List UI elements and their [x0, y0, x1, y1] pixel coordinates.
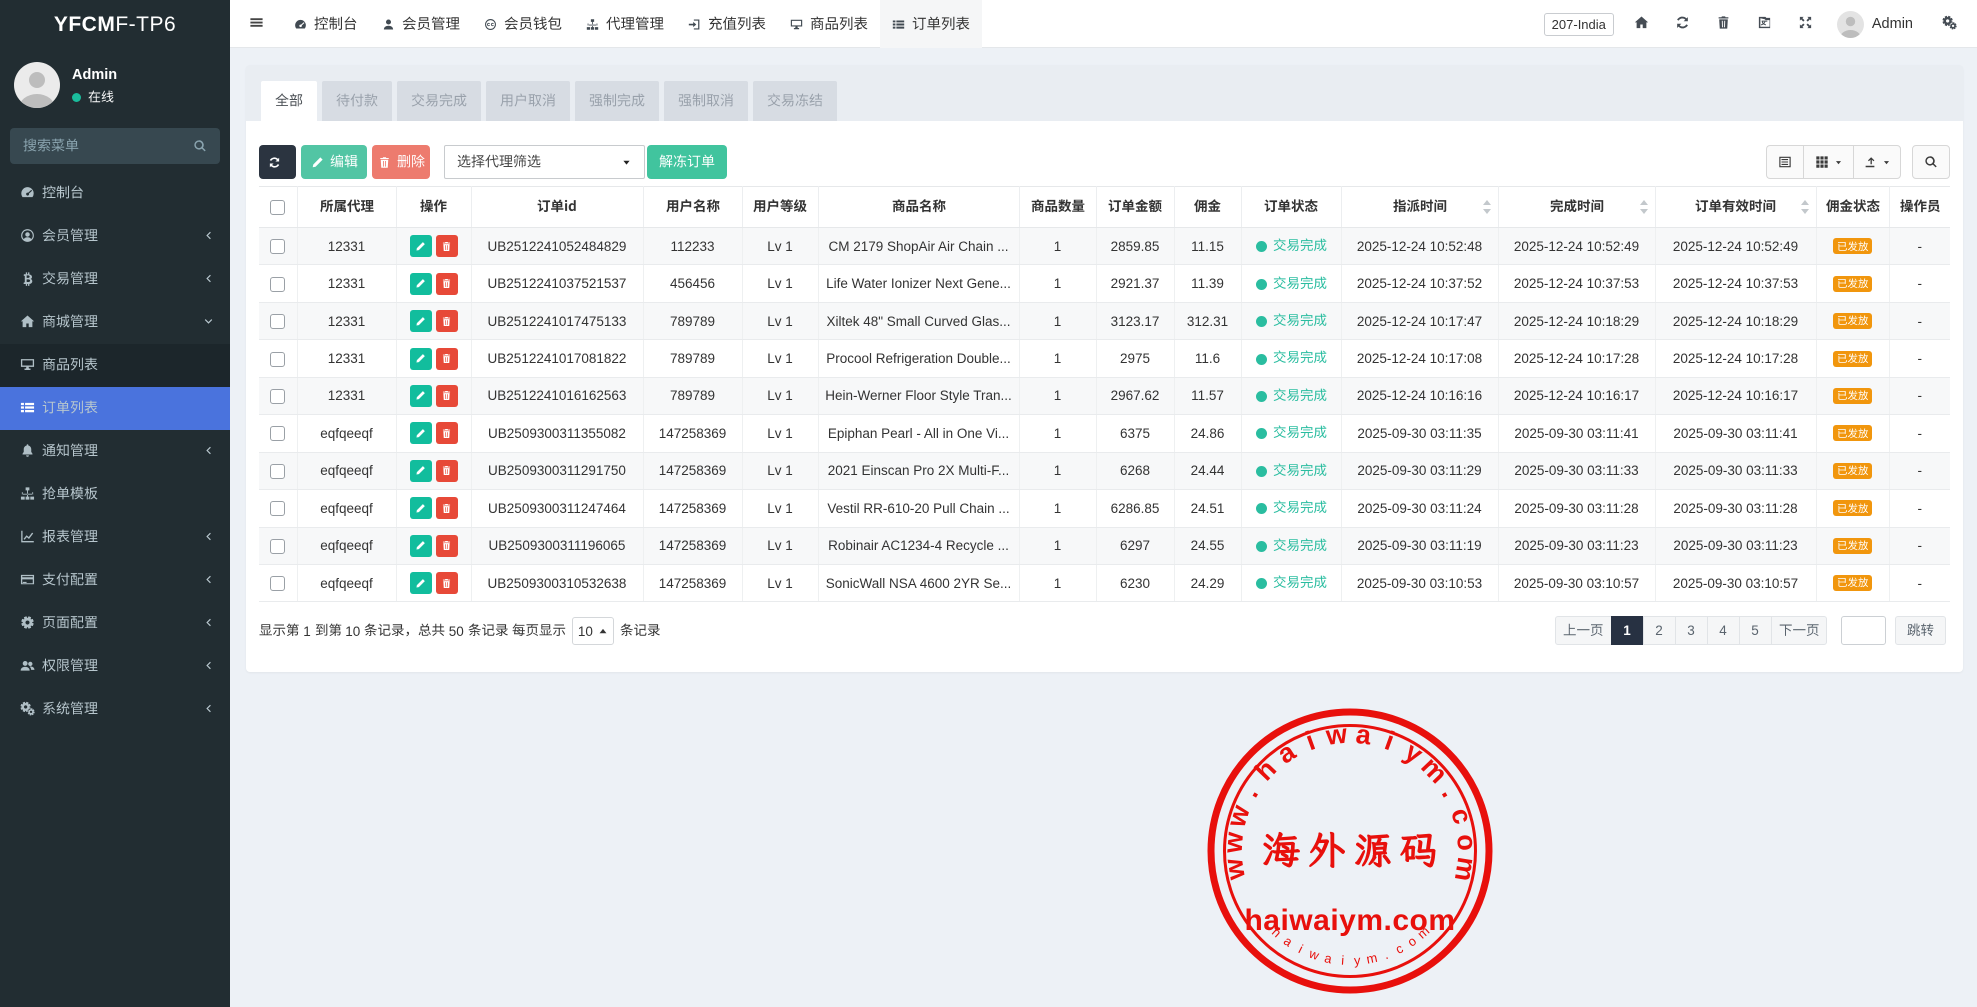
svg-text:a: a [1354, 719, 1373, 751]
svg-text:i: i [1296, 941, 1305, 956]
svg-text:i: i [1341, 953, 1345, 968]
svg-text:m: m [1365, 950, 1379, 967]
svg-text:.: . [1382, 947, 1390, 962]
svg-text:w: w [1306, 946, 1321, 964]
svg-text:a: a [1323, 950, 1334, 966]
svg-text:c: c [1393, 940, 1406, 957]
svg-text:a: a [1272, 736, 1302, 770]
svg-text:w: w [1218, 830, 1250, 855]
svg-text:m: m [1449, 855, 1482, 883]
svg-text:w: w [1218, 856, 1251, 883]
svg-text:w: w [1323, 719, 1349, 751]
svg-text:y: y [1354, 953, 1362, 968]
svg-text:o: o [1451, 833, 1482, 852]
